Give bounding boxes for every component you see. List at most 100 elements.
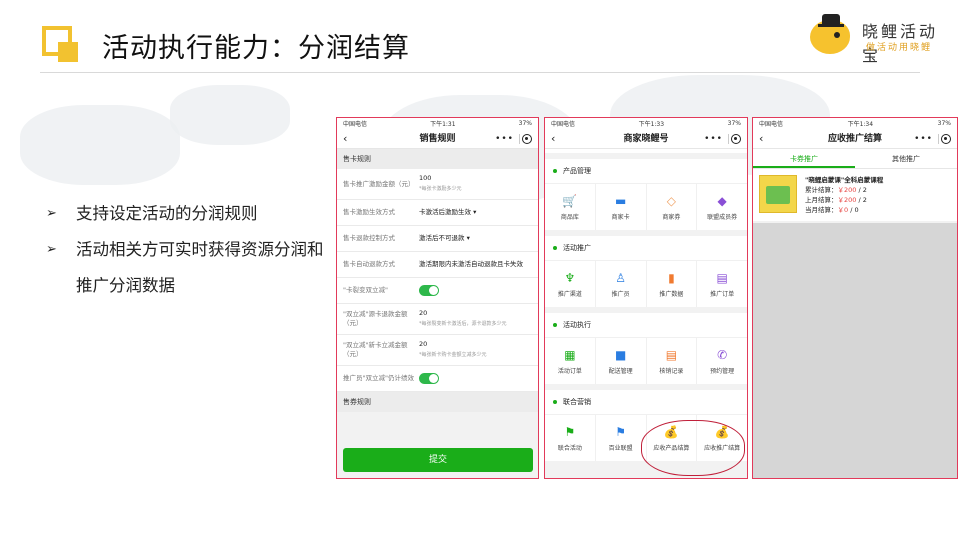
bullet-text: 支持设定活动的分润规则 [76,204,258,223]
menu-item[interactable]: ⚑ 百业联盟 [596,415,647,461]
menu-item-label: 联盟成员券 [707,214,738,221]
menu-item-label: 推广数据 [659,291,684,298]
slide-title: 活动执行能力：分润结算 [102,33,410,64]
menu-item[interactable]: 🛒 商品库 [545,184,596,230]
empty-overlay [753,223,957,478]
tab-card-coupon-promotion[interactable]: 卡券推广 [753,149,855,168]
course-settlement-card[interactable]: "晓鲤启蒙课"全科启蒙课程 累计结算：￥200 / 2 上月结算：￥200 / … [753,169,957,221]
carrier: 中国电信 [343,121,368,128]
rule-value[interactable]: 卡激活后激励生效 ▾ [419,208,532,217]
menu-item-label: 推广订单 [710,291,735,298]
section-header: 售券规则 [337,392,538,412]
menu-item-label: 核销记录 [659,368,684,375]
close-target-icon[interactable] [941,134,951,144]
rule-hint: *每张裂变新卡激活后，源卡退款多少元 [419,321,507,327]
menu-item[interactable]: ⚑ 联合活动 [545,415,596,461]
course-thumbnail [759,175,797,213]
rule-row[interactable]: "双立减"源卡退款金额（元） 20 *每张裂变新卡激活后，源卡退款多少元 [337,304,538,335]
rule-value-text: 激活后不可退款 ▾ [419,234,470,242]
menu-item[interactable]: ♙ 推广员 [596,261,647,307]
menu-item[interactable]: ▦ 活动订单 [545,338,596,384]
arrow-bullet-icon: ➢ [46,206,57,221]
rule-row[interactable]: 售卡推广激励金额（元） 100 *每张卡激励多少元 [337,169,538,200]
back-chevron-icon[interactable]: ‹ [759,129,763,149]
menu-item-label: 百业联盟 [608,445,633,452]
phone-screen-sales-rules: 中国电信 下午1:31 37% ‹ 销售规则 ••• 售卡规则 售卡推广激励金额… [336,117,539,479]
bullet-list: ➢ 支持设定活动的分润规则 ➢ 活动相关方可实时获得资源分润和推广分润数据 [44,196,334,304]
rule-row[interactable]: 售卡自动退款方式 激活期限内未激活自动退款且卡失效 [337,252,538,278]
bullet-dot-icon [553,169,557,173]
menu-item[interactable]: ◇ 商家券 [647,184,698,230]
status-bar: 中国电信 下午1:33 37% [545,118,747,129]
rule-value-text: 激活期限内未激活自动退款且卡失效 [419,260,523,268]
arrow-bullet-icon: ➢ [46,242,57,257]
phone-icon: ✆ [717,348,728,362]
menu-item[interactable]: ✆ 预约管理 [697,338,747,384]
menu-group-title-text: 联合营销 [563,398,591,406]
rule-row[interactable]: 推广员"双立减"仍计绩效 [337,366,538,392]
battery: 37% [727,120,741,127]
card-icon: ▬ [614,194,627,208]
tab-other-promotion[interactable]: 其他推广 [855,149,957,168]
clock: 下午1:33 [638,121,665,128]
more-dots-icon[interactable]: ••• [704,129,723,149]
bullet-text: 活动相关方可实时获得资源分润和推广分润数据 [76,240,324,295]
rule-value[interactable] [419,373,532,384]
rule-value[interactable]: 激活期限内未激活自动退款且卡失效 [419,260,532,269]
menu-item[interactable]: ▮ 推广数据 [647,261,698,307]
menu-item-label: 预约管理 [710,368,735,375]
close-target-icon[interactable] [522,134,532,144]
title-square-icon [42,26,78,62]
menu-item[interactable]: ♆ 推广渠道 [545,261,596,307]
submit-button[interactable]: 提交 [343,448,533,472]
rule-value[interactable] [419,285,532,296]
rule-row[interactable]: "双立减"新卡立减金额（元） 20 *每张新卡购卡金额立减多少元 [337,335,538,366]
rule-value[interactable]: 20 *每张新卡购卡金额立减多少元 [419,340,532,360]
menu-item[interactable]: ◆ 联盟成员券 [697,184,747,230]
record-icon: ▤ [665,348,678,362]
nav-title: 销售规则 [419,134,456,144]
user-icon: ♙ [615,271,626,285]
back-chevron-icon[interactable]: ‹ [551,129,555,149]
rule-value[interactable]: 100 *每张卡激励多少元 [419,174,532,194]
settlement-line: 上月结算：￥200 / 2 [805,196,867,204]
nav-bar: ‹ 应收推广结算 ••• [753,129,957,149]
toggle-switch[interactable] [419,285,439,296]
menu-group: 活动推广 ♆ 推广渠道 ♙ 推广员 ▮ 推广数据 ▤ 推广订单 [545,236,747,307]
menu-item[interactable]: ▬ 商家卡 [596,184,647,230]
tag-icon: ◆ [717,194,727,208]
menu-group: 产品管理 🛒 商品库 ▬ 商家卡 ◇ 商家券 ◆ 联盟成员券 [545,159,747,230]
battery: 37% [937,120,951,127]
rule-label: 售卡激励生效方式 [343,208,395,216]
title-divider [40,72,920,73]
menu-item[interactable]: ▤ 推广订单 [697,261,747,307]
more-dots-icon[interactable]: ••• [495,129,514,149]
menu-group-title-text: 活动执行 [563,321,591,329]
rule-row[interactable]: "卡裂变双立减" [337,278,538,304]
rule-label: 售卡自动退款方式 [343,260,395,268]
rule-hint: *每张卡激励多少元 [419,186,462,192]
phone-screen-promotion-settlement: 中国电信 下午1:34 37% ‹ 应收推广结算 ••• 卡券推广 其他推广 "… [752,117,958,479]
status-bar: 中国电信 下午1:34 37% [753,118,957,129]
menu-item[interactable]: ▤ 核销记录 [647,338,698,384]
menu-item-label: 活动订单 [557,368,582,375]
menu-item[interactable]: ■ 配送管理 [596,338,647,384]
rule-value[interactable]: 20 *每张裂变新卡激活后，源卡退款多少元 [419,309,532,329]
close-target-icon[interactable] [731,134,741,144]
menu-group-title: 活动执行 [545,313,747,338]
bar-chart-icon: ▮ [668,271,675,285]
nav-bar: ‹ 商家晓鲤号 ••• [545,129,747,149]
menu-group: 活动执行 ▦ 活动订单 ■ 配送管理 ▤ 核销记录 ✆ 预约管理 [545,313,747,384]
settlement-line: 累计结算：￥200 / 2 [805,186,867,194]
bullet-dot-icon [553,400,557,404]
carrier: 中国电信 [759,121,784,128]
rule-row[interactable]: 售卡退款控制方式 激活后不可退款 ▾ [337,226,538,252]
rule-value[interactable]: 激活后不可退款 ▾ [419,234,532,243]
rule-value-text: 100 [419,174,432,182]
rule-row[interactable]: 售卡激励生效方式 卡激活后激励生效 ▾ [337,200,538,226]
truck-icon: ■ [614,348,627,362]
menu-group-title-text: 活动推广 [563,244,591,252]
toggle-switch[interactable] [419,373,439,384]
more-dots-icon[interactable]: ••• [914,129,933,149]
back-chevron-icon[interactable]: ‹ [343,129,347,149]
